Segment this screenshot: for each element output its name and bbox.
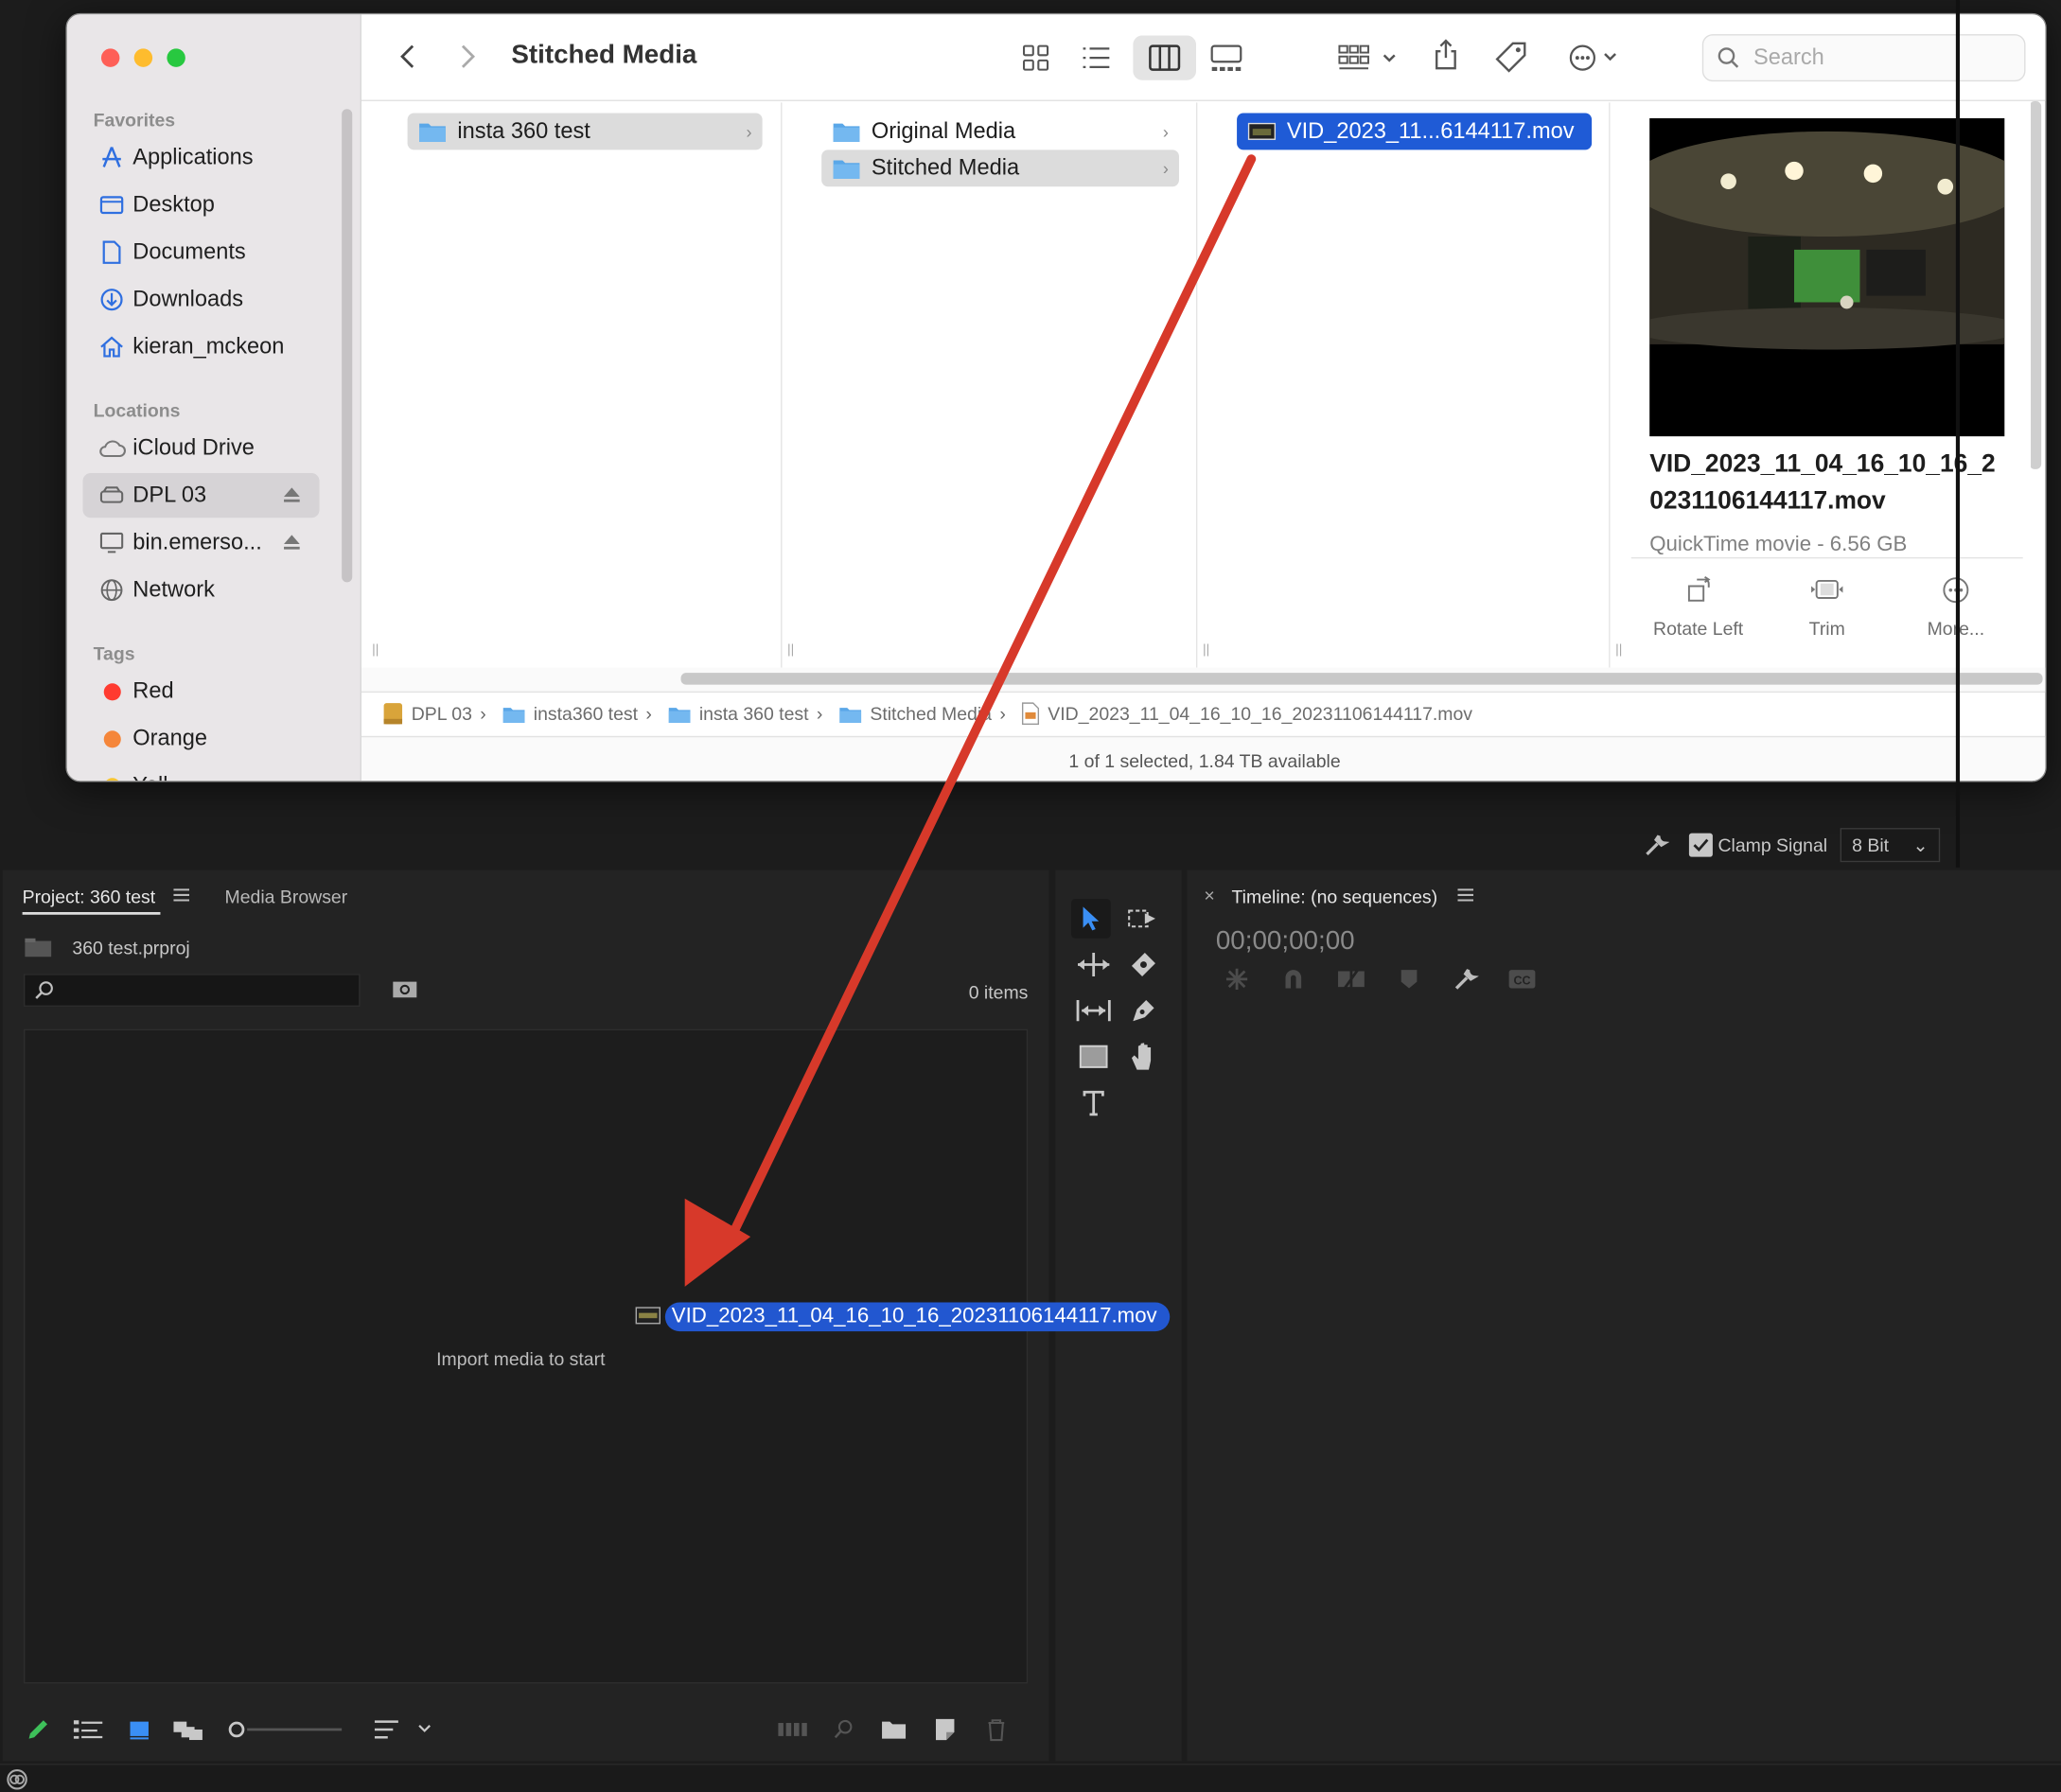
drag-arrow-annotation: [684, 154, 1257, 1287]
